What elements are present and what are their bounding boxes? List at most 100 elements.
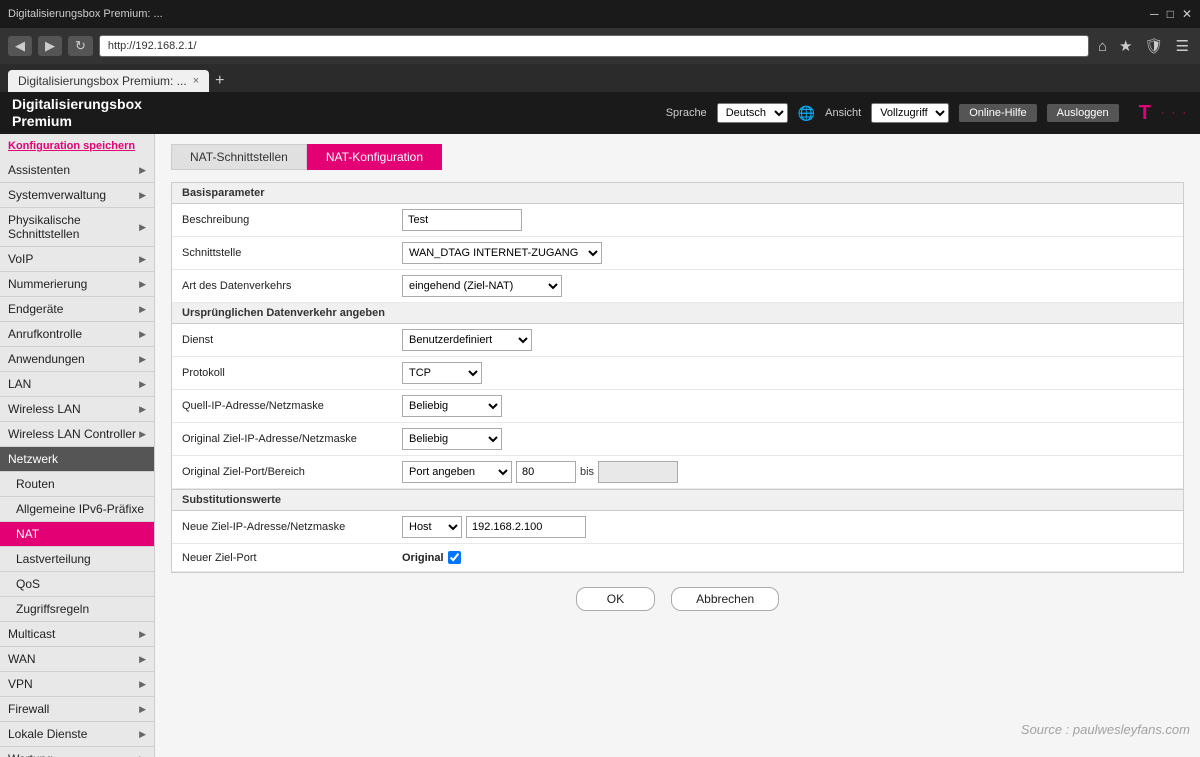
chevron-right-icon: ▶ [139, 679, 146, 690]
sidebar-label: Lastverteilung [16, 552, 91, 566]
sidebar-item-wireless-lan[interactable]: Wireless LAN ▶ [0, 397, 154, 422]
sidebar-item-physikalische[interactable]: Physikalische Schnittstellen ▶ [0, 208, 154, 247]
sidebar-item-zugriffsregeln[interactable]: Zugriffsregeln [0, 597, 154, 622]
sidebar-item-assistenten[interactable]: Assistenten ▶ [0, 158, 154, 183]
art-label: Art des Datenverkehrs [182, 280, 402, 292]
beschreibung-row: Beschreibung [172, 204, 1183, 237]
sidebar-item-nat[interactable]: NAT [0, 522, 154, 547]
online-hilfe-button[interactable]: Online-Hilfe [959, 104, 1036, 122]
browser-tab[interactable]: Digitalisierungsbox Premium: ... × [8, 70, 209, 92]
sidebar-label: Anwendungen [8, 352, 85, 366]
sprache-select[interactable]: Deutsch [717, 103, 788, 123]
neuer-ziel-port-row: Neuer Ziel-Port Original [172, 544, 1183, 572]
art-row: Art des Datenverkehrs eingehend (Ziel-NA… [172, 270, 1183, 303]
ok-button[interactable]: OK [576, 587, 655, 611]
sidebar-item-multicast[interactable]: Multicast ▶ [0, 622, 154, 647]
maximize-btn[interactable]: □ [1167, 7, 1174, 21]
header-controls: Sprache Deutsch 🌐 Ansicht Vollzugriff On… [666, 102, 1188, 125]
sidebar-label: Endgeräte [8, 302, 63, 316]
neue-ziel-ip-type-select[interactable]: Host [402, 516, 462, 538]
sidebar-item-lastverteilung[interactable]: Lastverteilung [0, 547, 154, 572]
shield-icon[interactable]: 🛡 [1142, 37, 1167, 55]
sidebar-label: Physikalische Schnittstellen [8, 213, 139, 241]
close-btn[interactable]: ✕ [1182, 7, 1192, 21]
brand-line1: Digitalisierungsbox [12, 96, 142, 113]
sidebar-item-vpn[interactable]: VPN ▶ [0, 672, 154, 697]
sidebar-item-nummerierung[interactable]: Nummerierung ▶ [0, 272, 154, 297]
chevron-right-icon: ▶ [139, 704, 146, 715]
art-select[interactable]: eingehend (Ziel-NAT) [402, 275, 562, 297]
sidebar-item-anrufkontrolle[interactable]: Anrufkontrolle ▶ [0, 322, 154, 347]
tab-bar: NAT-Schnittstellen NAT-Konfiguration [171, 144, 1184, 170]
forward-button[interactable]: ▶ [38, 36, 62, 56]
browser-tab-bar: Digitalisierungsbox Premium: ... × + [0, 64, 1200, 92]
app-header: Digitalisierungsbox Premium Sprache Deut… [0, 92, 1200, 134]
menu-icon[interactable]: ☰ [1173, 37, 1192, 55]
home-icon[interactable]: ⌂ [1095, 38, 1110, 55]
quell-ip-label: Quell-IP-Adresse/Netzmaske [182, 400, 402, 412]
chevron-right-icon: ▶ [139, 304, 146, 315]
main-content: Konfiguration speichern Assistenten ▶ Sy… [0, 134, 1200, 757]
sidebar-item-wireless-controller[interactable]: Wireless LAN Controller ▶ [0, 422, 154, 447]
sidebar-item-anwendungen[interactable]: Anwendungen ▶ [0, 347, 154, 372]
abbrechen-button[interactable]: Abbrechen [671, 587, 779, 611]
chevron-right-icon: ▶ [139, 729, 146, 740]
sidebar-item-voip[interactable]: VoIP ▶ [0, 247, 154, 272]
new-tab-button[interactable]: + [209, 72, 230, 90]
protokoll-select[interactable]: TCP [402, 362, 482, 384]
sidebar-item-netzwerk[interactable]: Netzwerk [0, 447, 154, 472]
sidebar-item-qos[interactable]: QoS [0, 572, 154, 597]
refresh-button[interactable]: ↻ [68, 36, 93, 56]
address-bar[interactable] [99, 35, 1089, 57]
neue-ziel-ip-input[interactable] [466, 516, 586, 538]
sidebar-label: VoIP [8, 252, 33, 266]
schnittstelle-select[interactable]: WAN_DTAG INTERNET-ZUGANG [402, 242, 602, 264]
protokoll-row: Protokoll TCP [172, 357, 1183, 390]
quell-ip-select[interactable]: Beliebig [402, 395, 502, 417]
sidebar-item-lan[interactable]: LAN ▶ [0, 372, 154, 397]
sidebar-label: Routen [16, 477, 55, 491]
tab-nat-schnittstellen[interactable]: NAT-Schnittstellen [171, 144, 307, 170]
sidebar-label: Wireless LAN Controller [8, 427, 136, 441]
tab-close-icon[interactable]: × [193, 75, 199, 87]
original-checkbox[interactable] [448, 551, 461, 564]
sidebar-item-wan[interactable]: WAN ▶ [0, 647, 154, 672]
sidebar-item-wartung[interactable]: Wartung ▶ [0, 747, 154, 757]
sidebar: Konfiguration speichern Assistenten ▶ Sy… [0, 134, 155, 757]
quell-ip-row: Quell-IP-Adresse/Netzmaske Beliebig [172, 390, 1183, 423]
sidebar-label: WAN [8, 652, 36, 666]
port-end-input[interactable] [598, 461, 678, 483]
sidebar-item-firewall[interactable]: Firewall ▶ [0, 697, 154, 722]
beschreibung-input[interactable] [402, 209, 522, 231]
sidebar-item-endgeraete[interactable]: Endgeräte ▶ [0, 297, 154, 322]
sidebar-label: Netzwerk [8, 452, 58, 466]
chevron-right-icon: ▶ [139, 404, 146, 415]
chevron-right-icon: ▶ [139, 629, 146, 640]
sidebar-item-lokale-dienste[interactable]: Lokale Dienste ▶ [0, 722, 154, 747]
sidebar-label: Wireless LAN [8, 402, 81, 416]
brand-line2: Premium [12, 113, 142, 130]
urspruenglich-header: Ursprünglichen Datenverkehr angeben [172, 303, 1183, 324]
titlebar-text: Digitalisierungsbox Premium: ... [8, 8, 163, 20]
sidebar-label: Anrufkontrolle [8, 327, 82, 341]
form-panel: Basisparameter Beschreibung Schnittstell… [171, 182, 1184, 573]
sidebar-item-routen[interactable]: Routen [0, 472, 154, 497]
ausloggen-button[interactable]: Ausloggen [1047, 104, 1119, 122]
port-start-input[interactable] [516, 461, 576, 483]
tab-nat-konfiguration[interactable]: NAT-Konfiguration [307, 144, 442, 170]
page-wrapper: Digitalisierungsbox Premium Sprache Deut… [0, 92, 1200, 757]
port-controls: Port angeben bis [402, 461, 678, 483]
sidebar-label: Wartung [8, 752, 53, 757]
sidebar-item-ipv6[interactable]: Allgemeine IPv6-Präfixe [0, 497, 154, 522]
back-button[interactable]: ◀ [8, 36, 32, 56]
ansicht-select[interactable]: Vollzugriff [871, 103, 949, 123]
original-ziel-ip-select[interactable]: Beliebig [402, 428, 502, 450]
chevron-right-icon: ▶ [139, 754, 146, 757]
dienst-select[interactable]: Benutzerdefiniert [402, 329, 532, 351]
sidebar-item-systemverwaltung[interactable]: Systemverwaltung ▶ [0, 183, 154, 208]
beschreibung-label: Beschreibung [182, 214, 402, 226]
minimize-btn[interactable]: ─ [1150, 7, 1159, 21]
port-type-select[interactable]: Port angeben [402, 461, 512, 483]
bookmark-icon[interactable]: ★ [1116, 37, 1135, 55]
save-config-button[interactable]: Konfiguration speichern [0, 134, 154, 158]
